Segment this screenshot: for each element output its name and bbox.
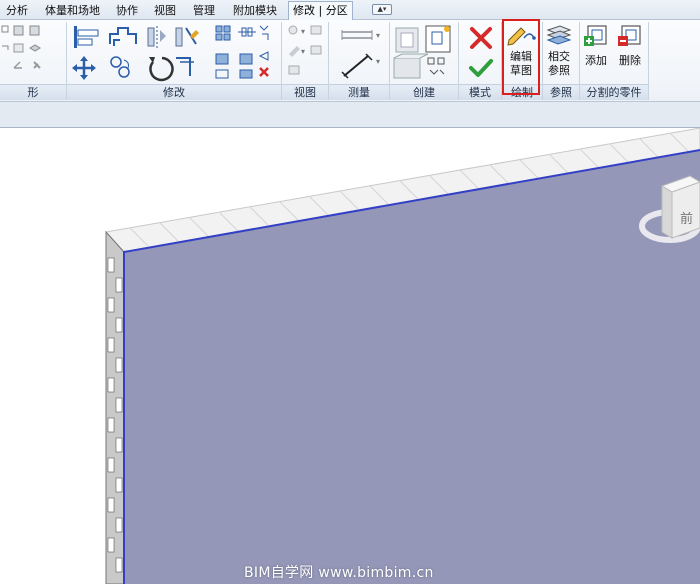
panel-divider — [648, 22, 649, 100]
finish-edit-button[interactable] — [468, 56, 494, 80]
add-part-icon — [584, 25, 607, 46]
svg-text:▾: ▾ — [376, 57, 380, 66]
delete-label: 删除 — [619, 54, 641, 67]
align-icon — [74, 26, 99, 48]
watermark-text: BIM自学网 www.bimbim.cn — [244, 565, 434, 581]
cancel-x-icon — [470, 27, 492, 49]
create-tools-group — [392, 24, 456, 82]
panel-label-modify: 修改 — [67, 84, 281, 100]
tab-view[interactable]: 视图 — [150, 2, 180, 19]
ribbon-minimize-toggle[interactable]: ▲▾ — [372, 4, 392, 15]
intersect-reference-button[interactable]: 相交 参照 — [544, 24, 574, 84]
panel-label-create: 创建 — [390, 84, 458, 100]
tab-modify-parts[interactable]: 修改 | 分区 — [288, 1, 353, 21]
panel-label-reference: 参照 — [543, 84, 579, 100]
highlight-box — [502, 19, 540, 95]
svg-text:▾: ▾ — [301, 27, 305, 36]
add-label: 添加 — [585, 54, 607, 67]
tab-analyze[interactable]: 分析 — [2, 2, 32, 19]
svg-text:▾: ▾ — [376, 31, 380, 40]
panel-label-mode: 模式 — [459, 84, 501, 100]
intersect-reference-label-2: 参照 — [548, 64, 570, 77]
panel-label-shape: 形 — [0, 84, 66, 100]
view-tools-group: ▾ ▾ — [285, 24, 325, 80]
tab-add-ins[interactable]: 附加模块 — [229, 2, 281, 19]
modify-tools-group — [72, 24, 272, 82]
intersect-reference-icon — [546, 25, 572, 45]
options-bar — [0, 102, 700, 128]
tab-massing-site[interactable]: 体量和场地 — [41, 2, 104, 19]
panel-label-divided-parts: 分割的零件 — [580, 84, 648, 100]
delete-button[interactable]: 删除 — [616, 24, 644, 74]
shape-tools-group — [0, 24, 60, 80]
tab-manage[interactable]: 管理 — [189, 2, 219, 19]
remove-part-icon — [618, 25, 641, 46]
panel-label-measure: 测量 — [329, 84, 389, 100]
checkmark-icon — [469, 59, 493, 77]
ribbon-tab-bar: 分析 体量和场地 协作 视图 管理 附加模块 修改 | 分区 ▲▾ — [0, 0, 700, 21]
measure-tools-group: ▾ ▾ — [336, 24, 384, 82]
svg-text:▾: ▾ — [301, 47, 305, 56]
add-button[interactable]: 添加 — [582, 24, 610, 74]
wall-3d-view — [105, 128, 700, 584]
3d-viewport[interactable]: 前 — [0, 128, 700, 584]
viewcube-front-label[interactable]: 前 — [680, 208, 693, 227]
intersect-reference-label-1: 相交 — [548, 50, 570, 63]
cancel-edit-button[interactable] — [468, 26, 494, 50]
tab-collaborate[interactable]: 协作 — [112, 2, 142, 19]
panel-label-view: 视图 — [282, 84, 328, 100]
